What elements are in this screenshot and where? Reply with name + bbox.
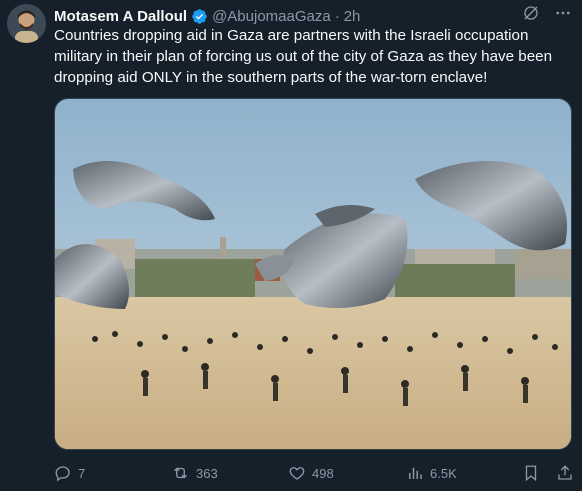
- tweet-card[interactable]: Motasem A Dalloul @AbujomaaGaza · 2h Cou…: [0, 0, 582, 491]
- views-button[interactable]: 6.5K: [406, 464, 457, 482]
- author-name[interactable]: Motasem A Dalloul: [54, 8, 187, 25]
- views-icon: [406, 464, 424, 482]
- repost-count: 363: [196, 465, 218, 481]
- verified-badge-icon: [191, 8, 208, 25]
- like-button[interactable]: 498: [288, 464, 334, 482]
- avatar[interactable]: [7, 4, 46, 43]
- like-count: 498: [312, 465, 334, 481]
- views-count: 6.5K: [430, 465, 457, 481]
- reply-button[interactable]: 7: [54, 464, 85, 482]
- reply-icon: [54, 464, 72, 482]
- tweet-header: Motasem A Dalloul @AbujomaaGaza · 2h: [54, 6, 562, 26]
- repost-button[interactable]: 363: [171, 464, 218, 482]
- repost-icon: [171, 464, 190, 482]
- tweet-text: Countries dropping aid in Gaza are partn…: [54, 27, 553, 86]
- tweet-time[interactable]: 2h: [344, 8, 361, 25]
- bookmark-icon: [522, 464, 540, 482]
- tweet-photo[interactable]: [54, 98, 572, 450]
- share-icon: [556, 464, 574, 482]
- top-actions: [522, 4, 572, 22]
- bookmark-button[interactable]: [522, 464, 540, 482]
- reply-count: 7: [78, 465, 86, 481]
- like-icon: [288, 464, 306, 482]
- more-icon[interactable]: [554, 4, 572, 22]
- separator-dot: ·: [334, 7, 340, 25]
- share-button[interactable]: [556, 464, 574, 482]
- grok-icon[interactable]: [522, 4, 540, 22]
- author-handle[interactable]: @AbujomaaGaza: [212, 8, 331, 25]
- tweet-actions: 7 363 498 6.5K: [54, 462, 574, 484]
